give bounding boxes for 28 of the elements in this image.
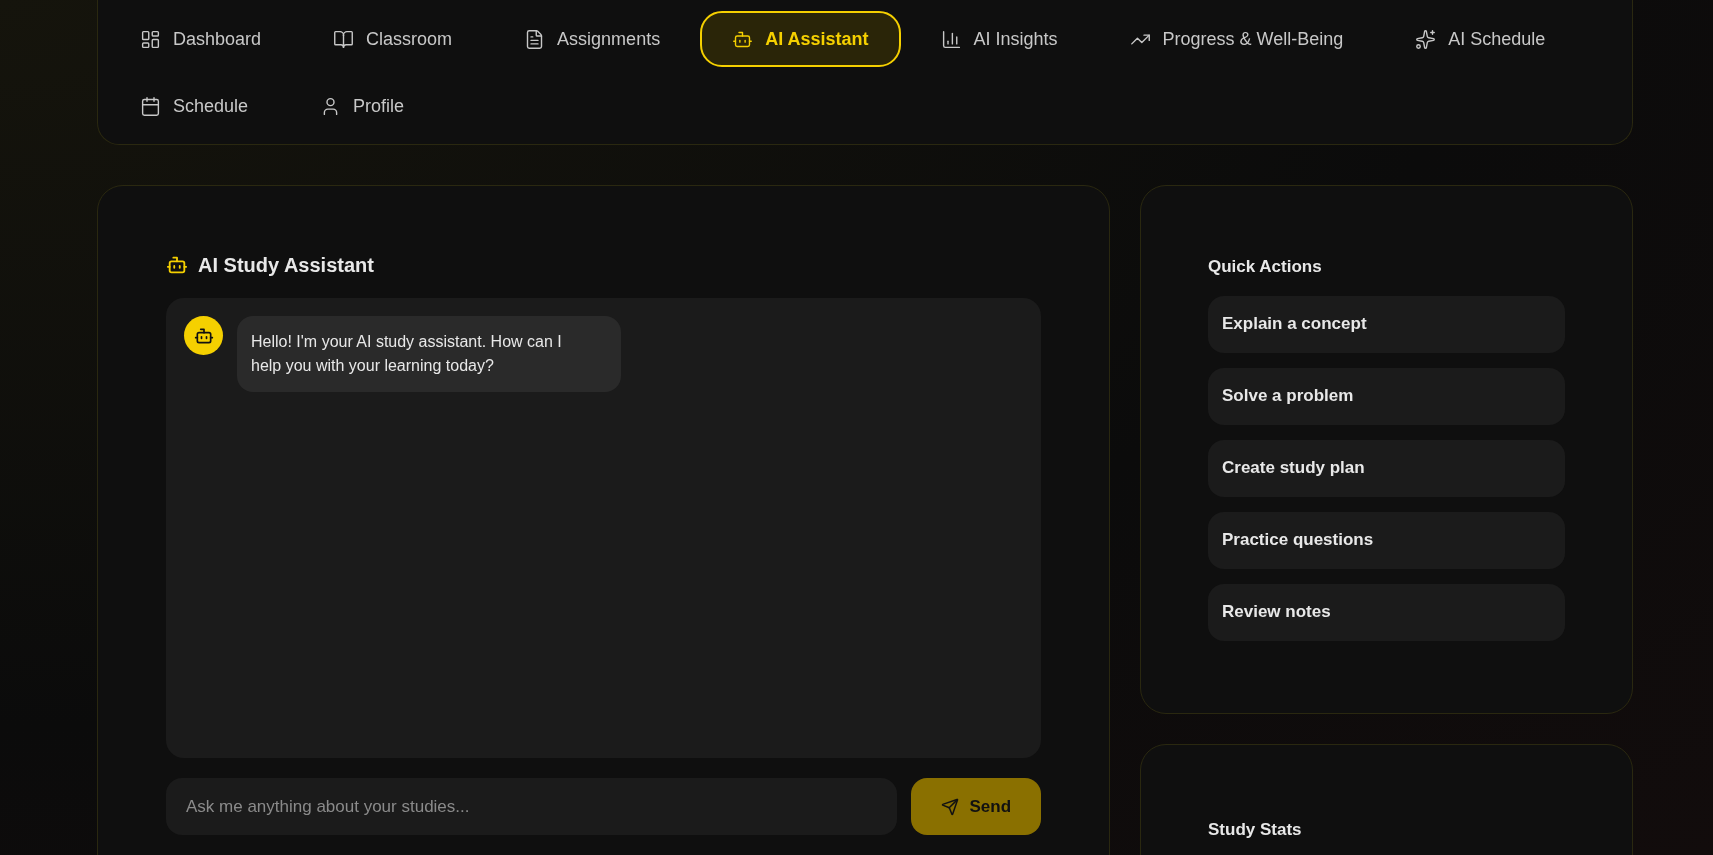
quick-action-button[interactable]: Create study plan	[1208, 439, 1565, 497]
nav-tab[interactable]: AI Assistant	[700, 11, 901, 67]
sparkles-icon	[1415, 28, 1437, 50]
send-icon	[941, 797, 960, 816]
book-icon	[333, 28, 355, 50]
quick-actions-title: Quick Actions	[1208, 256, 1323, 278]
nav-tab[interactable]: AI Insights	[908, 11, 1090, 67]
chat-input[interactable]: Ask me anything about your studies...	[166, 778, 898, 835]
nav-tab[interactable]: Progress & Well-Being	[1097, 11, 1376, 67]
nav-tab[interactable]: AI Schedule	[1383, 11, 1578, 67]
quick-action-button[interactable]: Practice questions	[1208, 511, 1565, 569]
study-stats-title: Study Stats	[1208, 819, 1303, 841]
nav-tab[interactable]: Profile	[288, 78, 437, 134]
quick-action-button[interactable]: Explain a concept	[1208, 295, 1565, 353]
nav-tab[interactable]: Classroom	[301, 11, 485, 67]
dashboard-icon	[140, 28, 161, 50]
send-button[interactable]: Send	[911, 778, 1041, 835]
assistant-avatar	[184, 316, 223, 355]
nav-tab[interactable]: Schedule	[108, 78, 281, 134]
quick-action-button[interactable]: Review notes	[1208, 583, 1565, 641]
nav-tab[interactable]: Dashboard	[108, 11, 294, 67]
bar-chart-icon	[940, 28, 962, 50]
nav-tab[interactable]: Assignments	[492, 11, 693, 67]
calendar-icon	[140, 95, 161, 117]
quick-action-button[interactable]: Solve a problem	[1208, 367, 1565, 425]
robot-icon	[166, 254, 188, 276]
chat-message: Hello! I'm your AI study assistant. How can I help you with your learning today?	[237, 316, 621, 392]
chat-title: AI Study Assistant	[198, 253, 374, 278]
